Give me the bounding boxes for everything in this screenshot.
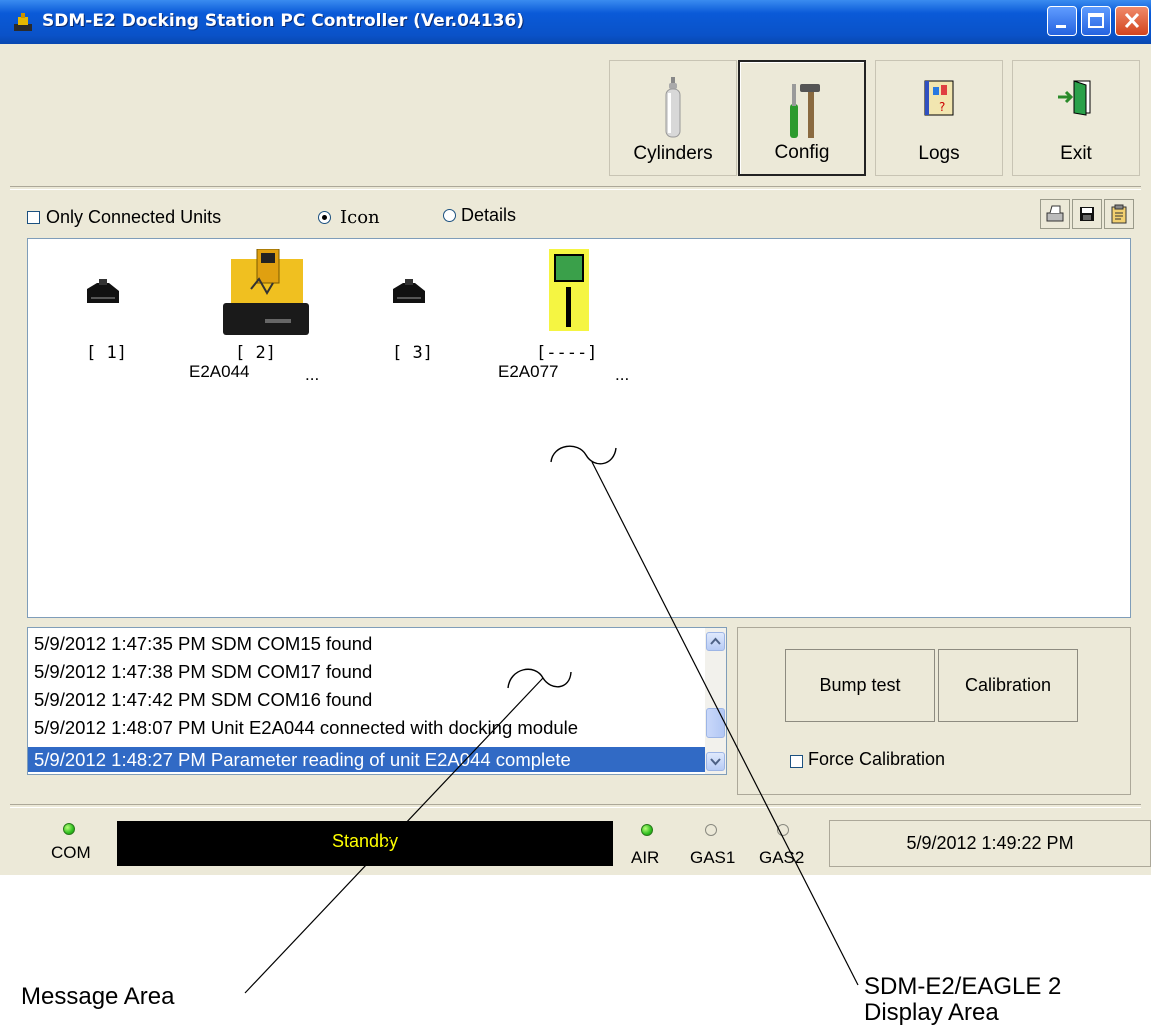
- message-area-callout: Message Area: [21, 983, 175, 1010]
- display-area-leader-line: [591, 461, 859, 986]
- message-area-leader-line: [244, 677, 544, 994]
- message-area-squiggle: [507, 668, 572, 689]
- display-area-callout-line2: Display Area: [864, 999, 999, 1026]
- display-area-squiggle: [550, 445, 617, 465]
- annotation-leader-lines: [244, 445, 859, 994]
